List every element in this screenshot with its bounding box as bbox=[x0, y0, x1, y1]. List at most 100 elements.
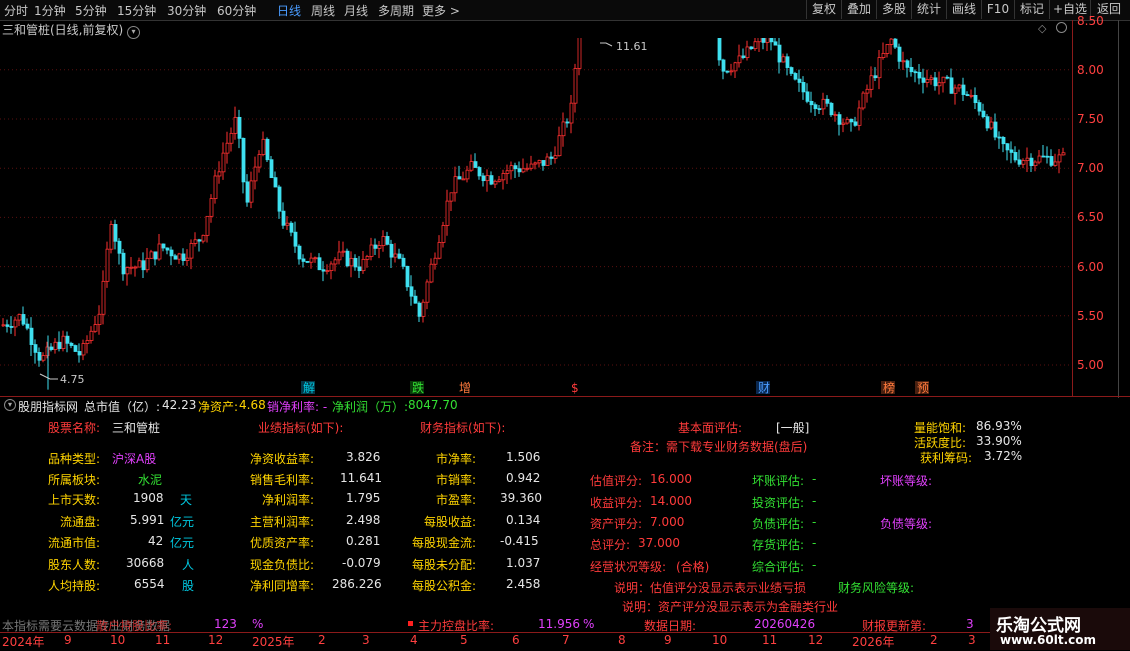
perf-label-6: 净利同增率: bbox=[250, 579, 315, 593]
assess-label-4: 综合评估: bbox=[752, 560, 805, 574]
retail-ratio-value: 123 bbox=[214, 617, 237, 631]
candle-body bbox=[933, 77, 938, 87]
candle-body bbox=[293, 231, 298, 247]
period-1min[interactable]: 1分钟 bbox=[34, 2, 66, 19]
candle-body bbox=[9, 326, 14, 328]
candle-body bbox=[1005, 143, 1010, 151]
period-15min[interactable]: 15分钟 bbox=[117, 2, 156, 19]
energy-label-2: 获利筹码: bbox=[920, 451, 973, 465]
date-axis[interactable]: 2024年 9 10 11 12 2025年 2 3 4 5 6 7 8 9 1… bbox=[0, 632, 990, 651]
high-annotation: 11.61 bbox=[600, 40, 648, 53]
candle-body bbox=[457, 176, 462, 180]
candle-body bbox=[229, 132, 234, 144]
candle-body bbox=[213, 175, 218, 200]
fuquan-button[interactable]: 复权 bbox=[806, 0, 841, 19]
candle-body bbox=[929, 77, 934, 80]
multi-stock-button[interactable]: 多股 bbox=[876, 0, 911, 19]
period-daily[interactable]: 日线 bbox=[277, 2, 301, 19]
candle-body bbox=[445, 200, 450, 226]
mark-button[interactable]: 标记 bbox=[1014, 0, 1049, 19]
price-tick-label: 6.50 bbox=[1077, 210, 1104, 225]
period-fenshi[interactable]: 分时 bbox=[4, 2, 28, 19]
f10-button[interactable]: F10 bbox=[981, 0, 1014, 19]
candle-body bbox=[133, 266, 138, 269]
vertical-scrollbar[interactable] bbox=[1118, 20, 1130, 398]
candle-body bbox=[561, 121, 566, 137]
candle-body bbox=[141, 260, 146, 271]
stats-button[interactable]: 统计 bbox=[911, 0, 946, 19]
candle-body bbox=[345, 250, 350, 267]
days-label: 上市天数: bbox=[48, 493, 101, 507]
period-30min[interactable]: 30分钟 bbox=[167, 2, 206, 19]
draw-button[interactable]: 画线 bbox=[946, 0, 981, 19]
candle-body bbox=[869, 75, 874, 90]
period-5min[interactable]: 5分钟 bbox=[75, 2, 107, 19]
energy-value-1: 33.90% bbox=[976, 434, 1022, 448]
diamond-icon[interactable]: ◇ bbox=[1038, 22, 1046, 35]
candle-body bbox=[965, 94, 970, 96]
candle-body bbox=[449, 192, 454, 202]
fin-value-4: -0.415 bbox=[500, 534, 539, 548]
candle-body bbox=[85, 340, 90, 344]
period-more[interactable]: 更多 > bbox=[422, 2, 460, 19]
candle-body bbox=[1021, 160, 1026, 165]
per-holder-label: 人均持股: bbox=[48, 579, 101, 593]
period-60min[interactable]: 60分钟 bbox=[217, 2, 256, 19]
retail-ratio-unit: % bbox=[252, 617, 264, 631]
perf-label-5: 现金负债比: bbox=[250, 558, 315, 572]
indicator-name: 股朋指标网 bbox=[18, 400, 79, 414]
candle-body bbox=[365, 256, 370, 260]
candle-body bbox=[733, 62, 738, 72]
candle-body bbox=[489, 175, 494, 185]
period-monthly[interactable]: 月线 bbox=[344, 2, 368, 19]
date-label: 9 bbox=[64, 633, 72, 647]
candle-body bbox=[997, 136, 1002, 139]
assess-value-2: - bbox=[812, 515, 817, 529]
candle-body bbox=[845, 118, 850, 124]
candle-body bbox=[89, 330, 94, 341]
candle-body bbox=[805, 91, 810, 102]
date-label: 12 bbox=[208, 633, 224, 647]
candle-body bbox=[1029, 157, 1034, 167]
update-value: 3 bbox=[966, 617, 974, 631]
score-label-3: 总评分: bbox=[590, 538, 631, 552]
perf-value-5: -0.079 bbox=[342, 556, 381, 570]
candle-body bbox=[61, 335, 66, 349]
chevron-down-icon[interactable]: ▾ bbox=[4, 399, 16, 411]
date-label: 2 bbox=[318, 633, 326, 647]
candle-body bbox=[557, 135, 562, 157]
circle-icon[interactable] bbox=[1056, 22, 1067, 33]
net-profit-label: 净利润（万）: bbox=[332, 400, 409, 414]
candle-body bbox=[189, 242, 194, 259]
overlay-button[interactable]: 叠加 bbox=[841, 0, 876, 19]
candle-body bbox=[385, 236, 390, 245]
candle-body bbox=[205, 215, 210, 236]
period-weekly[interactable]: 周线 bbox=[311, 2, 335, 19]
marker-cai: 财 bbox=[758, 381, 770, 394]
candle-body bbox=[369, 244, 374, 257]
candle-body bbox=[105, 248, 110, 282]
price-axis[interactable]: 11.0010.5010.009.509.008.508.007.507.006… bbox=[1072, 14, 1119, 396]
candle-body bbox=[373, 244, 378, 249]
candle-body bbox=[321, 269, 326, 272]
candle-body bbox=[949, 77, 954, 94]
candlestick-chart[interactable]: 11.61 4.75 解 跌 增 $ 财 榜 预 bbox=[0, 38, 1072, 394]
candle-body bbox=[885, 43, 890, 54]
candle-body bbox=[397, 253, 402, 259]
float-cap-unit: 亿元 bbox=[170, 536, 195, 550]
period-multi[interactable]: 多周期 bbox=[378, 2, 414, 19]
perf-label-0: 净资收益率: bbox=[250, 452, 315, 466]
candle-body bbox=[241, 137, 246, 183]
candle-body bbox=[813, 104, 818, 110]
candle-body bbox=[461, 178, 466, 181]
candle-body bbox=[809, 100, 814, 106]
fin-label-4: 每股现金流: bbox=[412, 536, 477, 550]
explain-1: 说明：估值评分没显示表示业绩亏损 bbox=[614, 581, 807, 595]
score-value-2: 7.000 bbox=[650, 515, 685, 529]
price-tick-label: 5.50 bbox=[1077, 308, 1104, 323]
marker-dollar: $ bbox=[571, 381, 579, 394]
candle-body bbox=[1049, 156, 1054, 166]
candle-body bbox=[325, 270, 330, 273]
candle-body bbox=[281, 210, 286, 226]
candle-body bbox=[893, 38, 898, 48]
